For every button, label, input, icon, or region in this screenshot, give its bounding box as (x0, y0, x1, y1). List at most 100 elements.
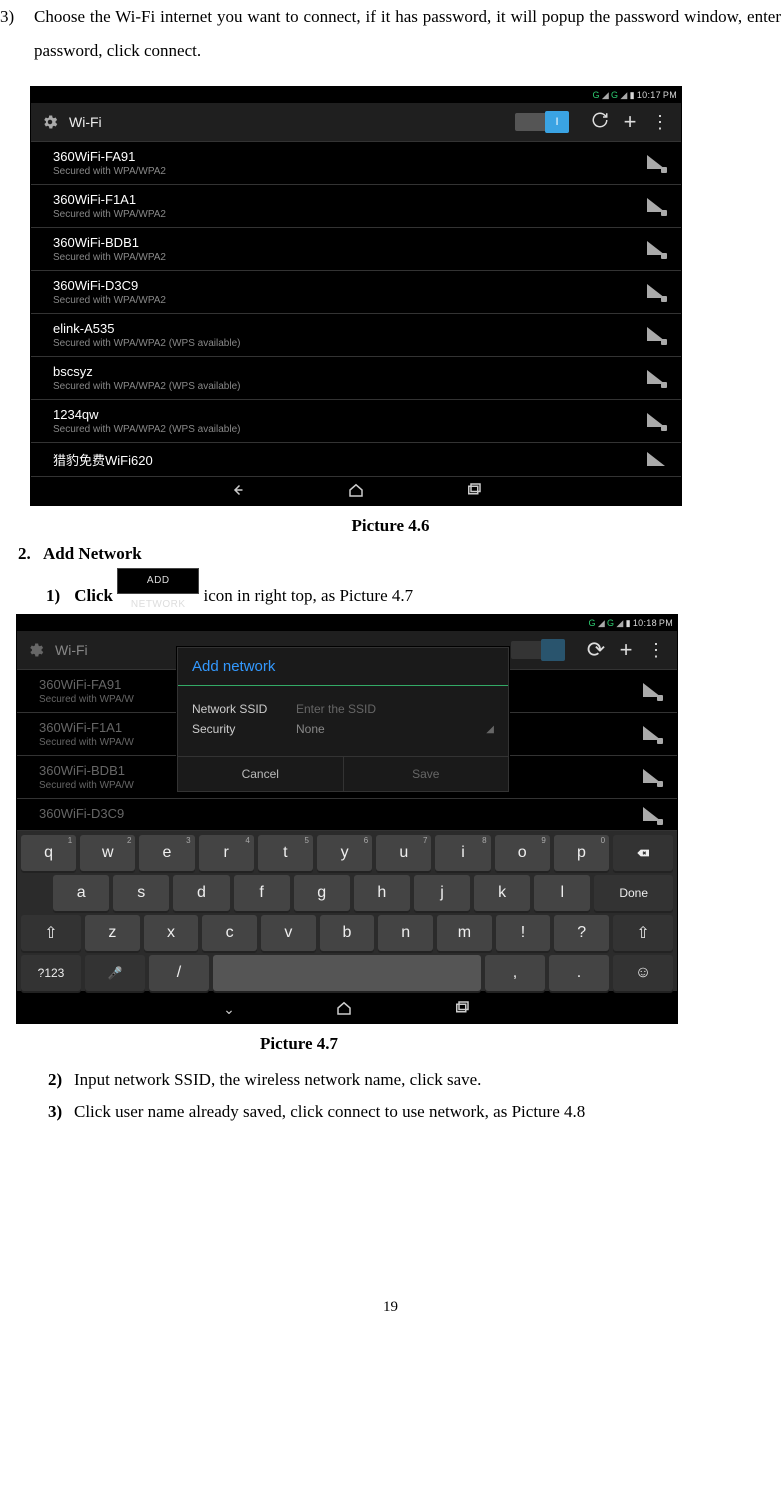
key-d[interactable]: d (173, 875, 229, 911)
wifi-row[interactable]: 1234qwSecured with WPA/WPA2 (WPS availab… (31, 400, 681, 443)
key-u[interactable]: 7u (376, 835, 431, 871)
battery-icon: ▮ (626, 618, 631, 629)
g-indicator: G (593, 90, 600, 100)
wifi-row[interactable]: 360WiFi-BDB1Secured with WPA/WPA2 (31, 228, 681, 271)
key-q[interactable]: 1q (21, 835, 76, 871)
key-excl[interactable]: ! (496, 915, 551, 951)
wifi-signal-icon (641, 683, 661, 699)
wifi-row[interactable]: bscsyzSecured with WPA/WPA2 (WPS availab… (31, 357, 681, 400)
key-t[interactable]: 5t (258, 835, 313, 871)
wifi-security: Secured with WPA/WPA2 (53, 209, 645, 220)
screenshot-4-7: G ◢ G ◢ ▮ 10:18 PM Wi-Fi ⟳ + ⋮ 360WiFi-F… (16, 614, 678, 1024)
key-p[interactable]: 0p (554, 835, 609, 871)
wifi-security: Secured with WPA/WPA2 (WPS available) (53, 424, 645, 435)
wifi-security: Secured with WPA/WPA2 (53, 252, 645, 263)
status-bar: G ◢ G ◢ ▮ 10:17 PM (31, 87, 681, 103)
wifi-signal-icon (645, 241, 665, 257)
status-bar-2: G ◢ G ◢ ▮ 10:18 PM (17, 615, 677, 631)
key-y[interactable]: 6y (317, 835, 372, 871)
key-h[interactable]: h (354, 875, 410, 911)
slash-key[interactable]: / (149, 955, 209, 991)
add-icon[interactable]: + (615, 111, 645, 133)
key-k[interactable]: k (474, 875, 530, 911)
mic-key[interactable]: 🎤 (85, 955, 145, 991)
dropdown-icon: ◢ (486, 724, 494, 735)
step1-num: 1) (46, 586, 70, 606)
key-g[interactable]: g (294, 875, 350, 911)
step1-tail: icon in right top, as Picture 4.7 (203, 586, 413, 605)
key-b[interactable]: b (320, 915, 375, 951)
signal-icon-2: ◢ (620, 90, 627, 101)
key-j[interactable]: j (414, 875, 470, 911)
status-time: 10:17 (637, 90, 661, 100)
security-select[interactable]: None (292, 722, 486, 736)
ssid-label: Network SSID (192, 702, 292, 716)
backspace-key[interactable] (613, 835, 673, 871)
wifi-signal-icon (645, 452, 665, 468)
status-ampm: PM (663, 90, 677, 100)
key-n[interactable]: n (378, 915, 433, 951)
comma-key[interactable]: , (485, 955, 545, 991)
home-icon[interactable] (347, 481, 365, 502)
key-l[interactable]: l (534, 875, 590, 911)
key-o[interactable]: 9o (495, 835, 550, 871)
wifi-row[interactable]: 猎豹免费WiFi620 (31, 443, 681, 477)
key-x[interactable]: x (144, 915, 199, 951)
key-a[interactable]: a (53, 875, 109, 911)
recent-icon[interactable] (453, 999, 471, 1020)
wifi-toggle[interactable]: I (515, 113, 569, 131)
hide-kbd-icon[interactable]: ⌄ (223, 1001, 235, 1018)
page-number: 19 (0, 1299, 781, 1316)
wifi-name: 猎豹免费WiFi620 (53, 450, 645, 469)
signal-icon-2: ◢ (616, 618, 623, 629)
done-key[interactable]: Done (594, 875, 673, 911)
key-i[interactable]: 8i (435, 835, 490, 871)
back-icon[interactable] (229, 481, 247, 502)
wifi-signal-icon (645, 198, 665, 214)
wifi-name: elink-A535 (53, 321, 645, 336)
key-e[interactable]: 3e (139, 835, 194, 871)
section2-num: 2. (18, 544, 31, 563)
settings-icon[interactable] (41, 113, 59, 131)
key-m[interactable]: m (437, 915, 492, 951)
key-w[interactable]: 2w (80, 835, 135, 871)
wifi-row[interactable]: elink-A535Secured with WPA/WPA2 (WPS ava… (31, 314, 681, 357)
cancel-button[interactable]: Cancel (178, 757, 344, 791)
shift-key[interactable]: ⇧ (21, 915, 81, 951)
period-key[interactable]: . (549, 955, 609, 991)
save-button[interactable]: Save (344, 757, 509, 791)
recent-icon[interactable] (465, 481, 483, 502)
battery-icon: ▮ (630, 90, 635, 101)
refresh-icon-2: ⟳ (581, 639, 611, 661)
key-r[interactable]: 4r (199, 835, 254, 871)
key-v[interactable]: v (261, 915, 316, 951)
wifi-row[interactable]: 360WiFi-FA91Secured with WPA/WPA2 (31, 142, 681, 185)
shift-key-right[interactable]: ⇧ (613, 915, 673, 951)
home-icon[interactable] (335, 999, 353, 1020)
wifi-list: 360WiFi-FA91Secured with WPA/WPA2360WiFi… (31, 142, 681, 477)
wifi-row: 360WiFi-D3C9 (17, 799, 677, 831)
add-network-dialog: Add network Network SSID Enter the SSID … (177, 647, 509, 792)
key-f[interactable]: f (234, 875, 290, 911)
wifi-toggle-knob: I (545, 111, 569, 133)
ssid-input[interactable]: Enter the SSID (292, 702, 494, 716)
android-navbar (31, 477, 681, 505)
wifi-row[interactable]: 360WiFi-F1A1 Secured with WPA/WPA2 (31, 185, 681, 228)
wifi-row[interactable]: 360WiFi-D3C9Secured with WPA/WPA2 (31, 271, 681, 314)
instruction-3-num: 3) (0, 0, 34, 34)
security-label: Security (192, 722, 292, 736)
caption-4-6: Picture 4.6 (0, 516, 781, 536)
symbols-key[interactable]: ?123 (21, 955, 81, 991)
emoji-key[interactable]: ☺ (613, 955, 673, 991)
key-s[interactable]: s (113, 875, 169, 911)
key-c[interactable]: c (202, 915, 257, 951)
space-key[interactable] (213, 955, 481, 991)
add-network-chip: ADD NETWORK (117, 568, 199, 594)
wifi-signal-icon (645, 327, 665, 343)
key-quest[interactable]: ? (554, 915, 609, 951)
menu-icon[interactable]: ⋮ (645, 113, 675, 131)
wifi-name: 360WiFi-F1A1 (53, 192, 645, 207)
refresh-icon[interactable] (585, 111, 615, 133)
key-z[interactable]: z (85, 915, 140, 951)
step2-num: 2) (48, 1064, 74, 1096)
